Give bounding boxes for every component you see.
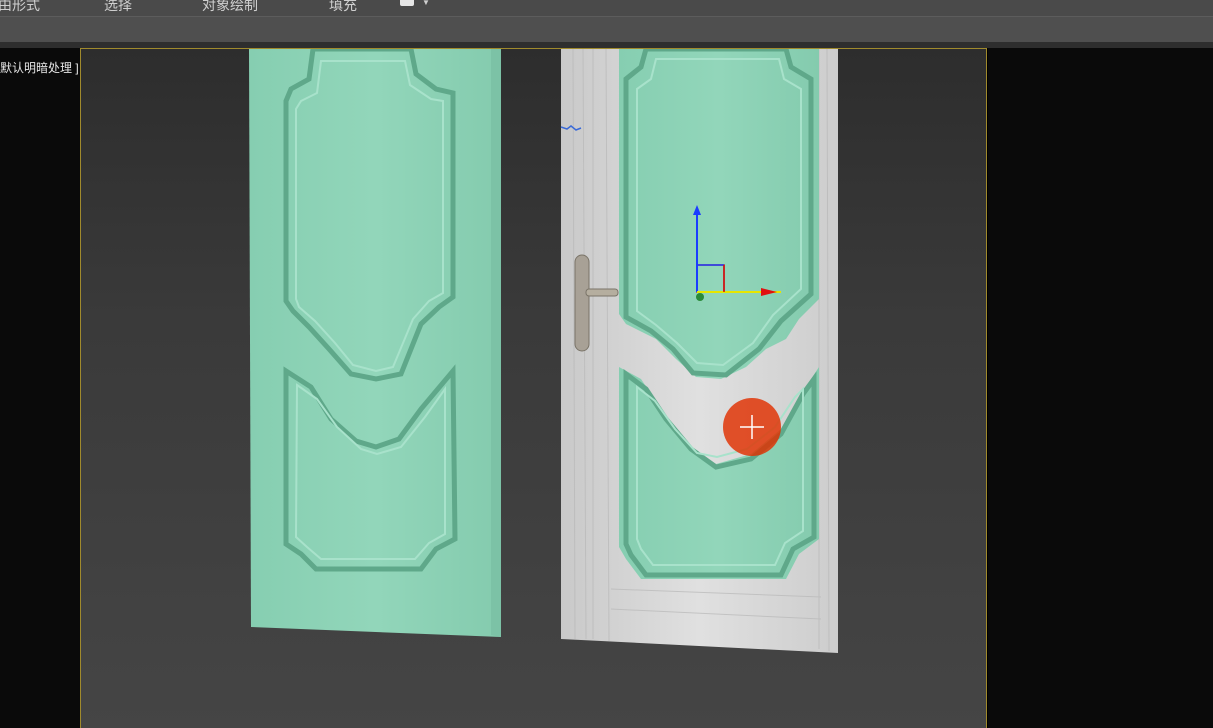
menu-item-shape[interactable]: 由形式: [0, 0, 40, 15]
menu-item-select[interactable]: 选择: [104, 0, 132, 15]
menu-item-fill[interactable]: 填充: [329, 0, 357, 15]
right-door[interactable]: [561, 49, 838, 653]
menu-item-object-paint[interactable]: 对象绘制: [202, 0, 258, 15]
ribbon-toolbar: [0, 16, 1213, 43]
paint-swatch-icon[interactable]: [400, 0, 414, 6]
right-panel: [988, 48, 1213, 728]
viewport-shading-label[interactable]: 默认明暗处理 ]: [0, 59, 79, 76]
menu-bar: 由形式 选择 对象绘制 填充 ▼: [0, 0, 1213, 16]
chevron-down-icon[interactable]: ▼: [422, 0, 430, 7]
perspective-viewport[interactable]: [80, 48, 987, 728]
left-panel: [0, 48, 80, 728]
left-door[interactable]: [249, 49, 501, 637]
crosshair-cursor-icon: [723, 398, 781, 456]
viewport-scene: [249, 49, 838, 653]
